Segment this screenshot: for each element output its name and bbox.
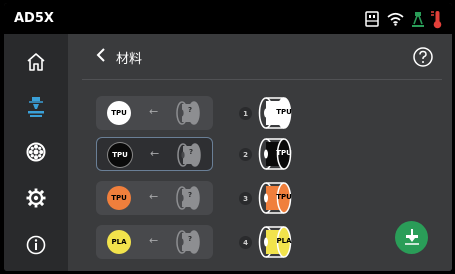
arrow-left-icon: ←	[149, 234, 159, 247]
unknown-spool-icon: ?	[173, 100, 203, 130]
unknown-material-mark: ?	[188, 235, 193, 243]
sidebar-item-settings[interactable]	[14, 182, 58, 218]
filament-slot[interactable]: 4 PLA	[239, 225, 299, 259]
printer-status-icon	[410, 9, 426, 29]
unknown-spool-icon: ?	[173, 185, 203, 215]
home-icon	[26, 52, 46, 76]
printer-model: AD5X	[14, 11, 54, 26]
arrow-left-icon: ←	[149, 105, 159, 118]
sidebar-item-filament[interactable]	[14, 136, 58, 172]
sidebar-item-info[interactable]	[14, 229, 58, 265]
filament-slot[interactable]: 3 TPU	[239, 181, 299, 215]
slot-number: 2	[239, 148, 252, 161]
back-button[interactable]	[90, 46, 112, 68]
material-type-badge: PLA	[107, 230, 131, 254]
arrow-left-icon: ←	[149, 190, 159, 203]
slot-number: 1	[239, 107, 252, 120]
unknown-material-mark: ?	[188, 191, 193, 199]
slot-material-label: TPU	[276, 149, 292, 157]
material-row[interactable]: PLA ←?	[96, 225, 213, 259]
material-type-badge: TPU	[108, 143, 132, 167]
sidebar	[4, 34, 68, 271]
slot-material-label: TPU	[276, 193, 292, 201]
unknown-spool-icon: ?	[174, 142, 204, 172]
gear-icon	[26, 188, 46, 212]
material-row[interactable]: TPU ←?	[96, 96, 213, 130]
material-row[interactable]: TPU ←?	[96, 181, 213, 215]
usb-icon	[365, 9, 379, 29]
load-filament-button[interactable]	[395, 221, 428, 254]
info-icon	[26, 235, 46, 259]
help-button[interactable]	[412, 46, 434, 68]
printer-screen: AD5X 材料 TPU ← ? TPU ← ? TPU ← ? PLA ← ? …	[4, 3, 452, 271]
slot-material-label: TPU	[276, 108, 292, 116]
spool-icon	[26, 142, 46, 166]
slot-number: 3	[239, 192, 252, 205]
material-type-badge: TPU	[107, 101, 131, 125]
nozzle-icon	[26, 96, 46, 122]
thermometer-icon	[430, 9, 442, 29]
sidebar-item-home[interactable]	[14, 46, 58, 82]
load-filament-icon	[403, 227, 421, 249]
materials-page: 材料 TPU ←? TPU ←? TPU ←? PLA ←? 1 TPU 2 TPU 3 TPU 4 PLA	[68, 34, 452, 271]
unknown-material-mark: ?	[189, 148, 194, 156]
wifi-icon	[387, 9, 404, 29]
page-title: 材料	[116, 52, 143, 67]
arrow-left-icon: ←	[150, 147, 160, 160]
filament-slot[interactable]: 1 TPU	[239, 96, 299, 130]
status-bar: AD5X	[4, 3, 452, 34]
filament-slot[interactable]: 2 TPU	[239, 137, 299, 171]
help-icon	[412, 47, 434, 72]
material-row[interactable]: TPU ←?	[96, 137, 213, 171]
sidebar-item-print[interactable]	[14, 91, 58, 127]
slot-number: 4	[239, 236, 252, 249]
chevron-left-icon	[95, 47, 107, 67]
slot-material-label: PLA	[276, 237, 292, 245]
unknown-spool-icon: ?	[173, 229, 203, 259]
header-divider	[82, 79, 442, 80]
unknown-material-mark: ?	[188, 106, 193, 114]
material-type-badge: TPU	[107, 186, 131, 210]
